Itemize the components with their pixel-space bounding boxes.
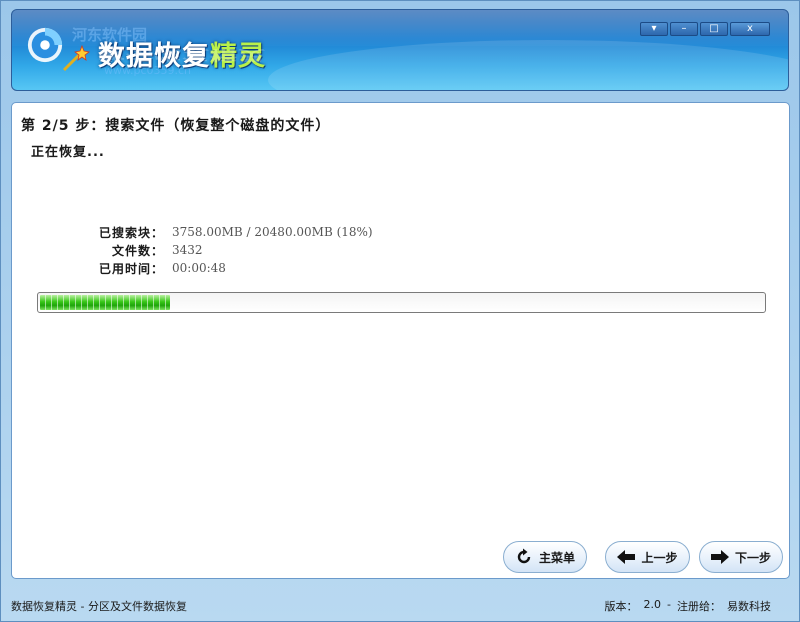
app-window: 河东软件园 www.pc0359.cn 数据恢复精灵 数据恢复精灵 ▾ – □ …	[0, 0, 800, 622]
prev-step-label: 上一步	[641, 550, 678, 565]
menu-dropdown-button[interactable]: ▾	[640, 22, 668, 36]
registered-label: 注册给：	[677, 599, 721, 613]
status-bar-app-info: 数据恢复精灵 - 分区及文件数据恢复	[11, 599, 187, 613]
status-bar-version-info: 版本： 2.0 - 注册给： 易数科技	[605, 598, 771, 614]
registered-to: 易数科技	[727, 599, 771, 613]
stat-value: 00:00:48	[172, 261, 226, 275]
progress-fill	[40, 295, 171, 310]
prev-step-button[interactable]: 上一步	[605, 541, 690, 573]
wizard-panel: 第 2/5 步：搜索文件（恢复整个磁盘的文件） 正在恢复... 已搜索块： 37…	[11, 102, 790, 579]
refresh-icon	[517, 548, 531, 564]
banner-wave	[268, 40, 788, 90]
magic-wand-icon	[62, 44, 90, 72]
separator: -	[667, 597, 671, 611]
app-title-reflection: 数据恢复精灵	[98, 47, 266, 63]
stat-value: 3758.00MB / 20480.00MB (18%)	[172, 225, 373, 239]
search-stats: 已搜索块： 3758.00MB / 20480.00MB (18%) 文件数： …	[78, 223, 373, 277]
stat-label: 已搜索块：	[98, 225, 164, 240]
maximize-button[interactable]: □	[700, 22, 728, 36]
window-controls: ▾ – □ x	[640, 22, 770, 36]
next-step-button[interactable]: 下一步	[699, 541, 783, 573]
stat-label: 文件数：	[111, 243, 164, 258]
stat-row-elapsed: 已用时间： 00:00:48	[78, 259, 373, 277]
stat-row-searched: 已搜索块： 3758.00MB / 20480.00MB (18%)	[78, 223, 373, 241]
arrow-right-icon	[710, 550, 729, 564]
next-step-label: 下一步	[734, 550, 771, 565]
close-button[interactable]: x	[730, 22, 770, 36]
stat-value: 3432	[172, 243, 203, 257]
version-label: 版本：	[604, 599, 638, 613]
minimize-button[interactable]: –	[670, 22, 698, 36]
main-menu-button[interactable]: 主菜单	[503, 541, 587, 573]
step-title: 第 2/5 步：搜索文件（恢复整个磁盘的文件）	[21, 118, 331, 134]
status-text: 正在恢复...	[31, 145, 105, 160]
header-banner: 河东软件园 www.pc0359.cn 数据恢复精灵 数据恢复精灵 ▾ – □ …	[11, 9, 789, 91]
stat-label: 已用时间：	[98, 261, 164, 276]
progress-bar	[37, 292, 766, 313]
status-bar: 数据恢复精灵 - 分区及文件数据恢复 版本： 2.0 - 注册给： 易数科技	[1, 590, 799, 621]
version-value: 2.0	[643, 597, 662, 611]
arrow-left-icon	[617, 550, 636, 564]
stat-row-files: 文件数： 3432	[78, 241, 373, 259]
main-menu-label: 主菜单	[538, 550, 575, 565]
